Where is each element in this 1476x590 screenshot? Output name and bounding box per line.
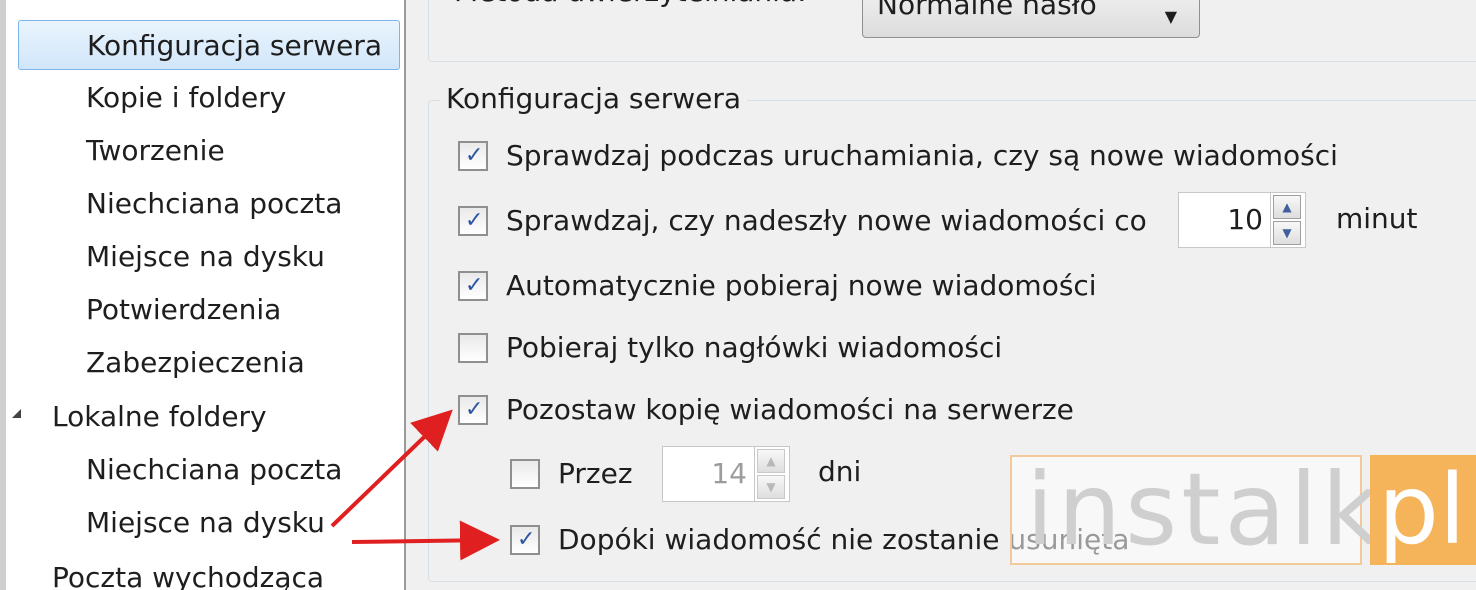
spinner-buttons: ▲ ▼ [754,447,789,501]
tree-item-composition[interactable]: Tworzenie [18,126,402,176]
spin-down-icon[interactable]: ▼ [757,475,785,499]
tree-item-label: Kopie i foldery [86,81,287,114]
tree-item-label: Poczta wychodząca [52,561,325,590]
check-interval-value: 10 [1227,203,1263,236]
checkmark-icon [465,400,481,416]
checkmark-icon [465,276,481,292]
interval-unit-label: minut [1336,202,1418,235]
until-deleted-checkbox[interactable] [510,525,540,555]
account-settings-tree: Konfiguracja serwera Kopie i foldery Two… [0,0,406,590]
spin-down-icon[interactable]: ▼ [1273,221,1301,245]
tree-item-label: Konfiguracja serwera [87,29,383,62]
tree-item-server-settings[interactable]: Konfiguracja serwera [18,20,400,70]
check-on-startup-label: Sprawdzaj podczas uruchamiania, czy są n… [506,139,1338,172]
checkmark-icon [465,146,481,162]
server-settings-panel: Metoda uwierzytelniania: Normalne hasło … [406,0,1476,590]
tree-item-local-folders[interactable]: Lokalne foldery [12,392,402,442]
auto-download-label: Automatycznie pobieraj nowe wiadomości [506,269,1097,302]
options-window: Konfiguracja serwera Kopie i foldery Two… [0,0,1476,590]
tree-item-outgoing-mail[interactable]: Poczta wychodząca [18,553,402,590]
auth-method-select[interactable]: Normalne hasło ▼ [862,0,1200,38]
tree-item-disk-space[interactable]: Miejsce na dysku [18,232,402,282]
auth-method-label: Metoda uwierzytelniania: [454,0,807,12]
spin-up-icon[interactable]: ▲ [1273,195,1301,219]
checkmark-icon [465,338,481,354]
tree-scroll-edge [0,0,6,590]
check-interval-spinner[interactable]: 10 ▲ ▼ [1178,192,1306,248]
check-every-label: Sprawdzaj, czy nadeszły nowe wiadomości … [506,204,1147,237]
leave-copy-label: Pozostaw kopię wiadomości na serwerze [506,393,1074,426]
chevron-down-icon: ▼ [1164,7,1177,26]
tree-item-security[interactable]: Zabezpieczenia [18,338,402,388]
tree-item-local-junk-mail[interactable]: Niechciana poczta [18,445,402,495]
tree-item-label: Miejsce na dysku [86,506,325,539]
days-unit-label: dni [818,455,862,488]
until-deleted-label: Dopóki wiadomość nie zostanie usunięta [558,523,1130,556]
tree-item-junk-mail[interactable]: Niechciana poczta [18,179,402,229]
group-legend: Konfiguracja serwera [440,79,748,119]
spin-up-icon[interactable]: ▲ [757,449,785,473]
spinner-buttons: ▲ ▼ [1270,193,1305,247]
auto-download-checkbox[interactable] [458,271,488,301]
tree-item-receipts[interactable]: Potwierdzenia [18,285,402,335]
tree-item-label: Zabezpieczenia [86,346,305,379]
auth-method-value: Normalne hasło [877,0,1097,21]
checkmark-icon [517,464,533,480]
tree-item-copies-folders[interactable]: Kopie i foldery [18,73,402,123]
tree-item-label: Niechciana poczta [86,187,343,220]
keep-for-days-checkbox[interactable] [510,459,540,489]
tree-item-label: Miejsce na dysku [86,240,325,273]
headers-only-label: Pobieraj tylko nagłówki wiadomości [506,331,1003,364]
check-every-checkbox[interactable] [458,206,488,236]
keep-for-days-label: Przez [558,457,633,490]
tree-item-local-disk-space[interactable]: Miejsce na dysku [18,498,402,548]
check-on-startup-checkbox[interactable] [458,141,488,171]
tree-item-label: Niechciana poczta [86,453,343,486]
keep-days-value: 14 [711,457,747,490]
leave-copy-checkbox[interactable] [458,395,488,425]
checkmark-icon [517,530,533,546]
expanded-triangle-icon[interactable] [12,409,21,418]
keep-days-spinner[interactable]: 14 ▲ ▼ [662,446,790,502]
tree-item-label: Potwierdzenia [86,293,282,326]
headers-only-checkbox[interactable] [458,333,488,363]
tree-item-label: Tworzenie [86,134,225,167]
checkmark-icon [465,211,481,227]
tree-item-label: Lokalne foldery [52,400,267,433]
